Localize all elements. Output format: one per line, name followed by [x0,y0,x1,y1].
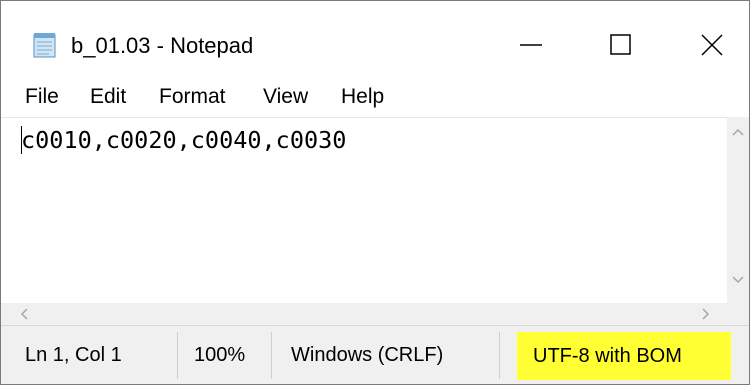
status-zoom: 100% [194,344,246,366]
status-line-ending: Windows (CRLF) [291,344,444,366]
menu-file[interactable]: File [25,84,59,110]
scroll-up-icon[interactable] [732,127,744,137]
scroll-left-icon[interactable] [19,308,29,320]
maximize-icon [610,34,631,55]
status-divider [177,332,178,379]
menu-view[interactable]: View [263,84,308,110]
window-title: b_01.03 - Notepad [71,33,254,58]
menu-format[interactable]: Format [159,84,226,110]
menu-help[interactable]: Help [341,84,384,110]
status-cursor-position: Ln 1, Col 1 [25,344,122,366]
vertical-scrollbar[interactable] [727,117,749,303]
status-encoding: UTF-8 with BOM [517,332,731,380]
status-bar: Ln 1, Col 1 100% Windows (CRLF) UTF-8 wi… [1,325,749,384]
close-icon [701,34,723,56]
maximize-button[interactable] [586,19,656,71]
title-bar[interactable]: b_01.03 - Notepad [1,1,749,71]
status-divider [271,332,272,379]
scroll-right-icon[interactable] [701,308,711,320]
status-divider [499,332,500,379]
close-button[interactable] [677,19,747,71]
horizontal-scrollbar[interactable] [1,303,727,325]
notepad-window: b_01.03 - Notepad File Edit Format View … [0,0,750,385]
menu-bar: File Edit Format View Help [1,79,749,113]
minimize-icon [520,44,542,46]
minimize-button[interactable] [496,19,566,71]
scroll-down-icon[interactable] [732,275,744,285]
editor-content[interactable]: c0010,c0020,c0040,c0030 [21,124,346,156]
scrollbar-corner [727,303,749,325]
notepad-icon [33,33,56,58]
text-editor[interactable]: c0010,c0020,c0040,c0030 [1,117,727,303]
menu-edit[interactable]: Edit [90,84,126,110]
